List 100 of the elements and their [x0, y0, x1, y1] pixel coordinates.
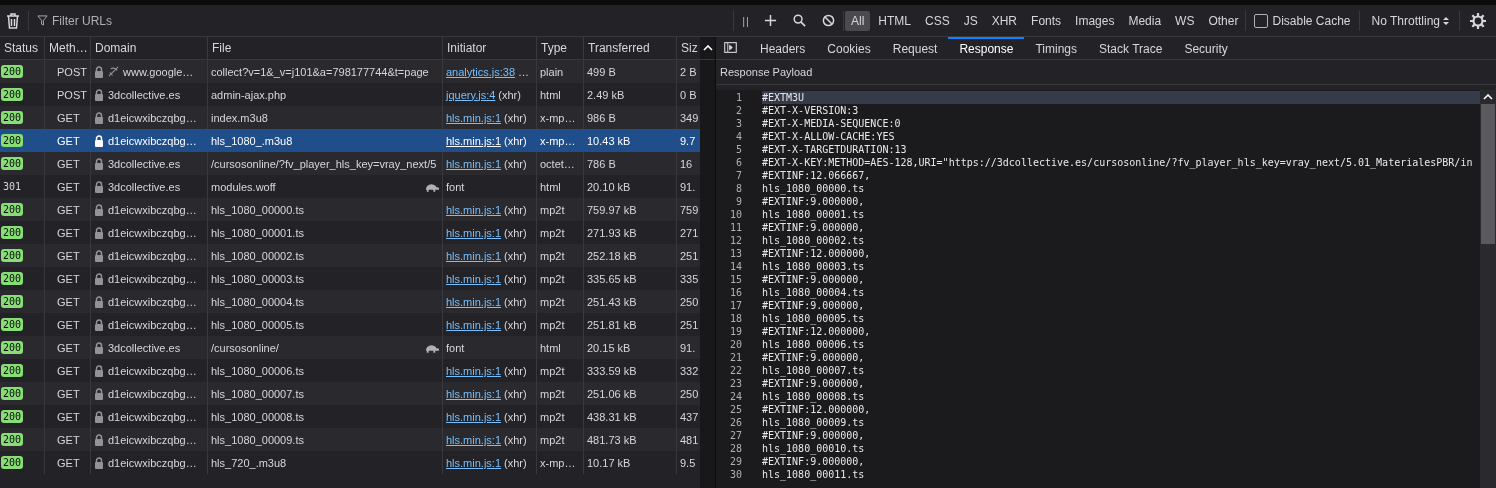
filter-urls-field[interactable]: Filter URLs: [52, 11, 352, 30]
column-header[interactable]: Domain: [91, 37, 208, 59]
request-row[interactable]: 200 GET d1eicwxibczqbg… index.m3u8 hls.min.js:1 (xhr) x-mp… 986 B 349: [0, 106, 700, 129]
transferred-text: 786 B: [587, 157, 616, 170]
domain-text: d1eicwxibczqbg…: [108, 226, 197, 239]
initiator-link[interactable]: hls.min.js:1: [446, 364, 502, 377]
scrollbar-thumb[interactable]: [1481, 104, 1495, 244]
initiator-link[interactable]: hls.min.js:1: [446, 387, 502, 400]
code-line: hls_1080_00006.ts: [762, 338, 865, 351]
initiator-link[interactable]: hls.min.js:1: [446, 410, 502, 423]
column-header[interactable]: File: [208, 37, 443, 59]
initiator-link[interactable]: jquery.js:4: [446, 88, 496, 101]
size-text: 759: [680, 203, 699, 216]
filter-button[interactable]: JS: [957, 10, 984, 31]
request-row[interactable]: 200 GET d1eicwxibczqbg… hls_1080_00002.ts hls.min.js:1 (xhr) mp2t 252.18 kB 251: [0, 244, 700, 267]
details-tab[interactable]: Request: [881, 37, 949, 59]
request-row[interactable]: 200 GET 3dcollective.es /cursosonline/?fv_player_hls_key=vray_next/5 hls.min.js:1 (xhr) octet… 786 B 16: [0, 152, 700, 175]
request-row[interactable]: 200 GET 3dcollective.es /cursosonline/ font html 20.15 kB 91.: [0, 336, 700, 359]
filter-button[interactable]: Images: [1069, 10, 1121, 31]
details-tab[interactable]: Timings: [1024, 37, 1089, 59]
size-text: 481: [680, 433, 699, 446]
code-line: #EXT-X-KEY:METHOD=AES-128,URI="https://3dcollective.es/cursosonline/?fv_player_hls_key=vray_next/5.01_MaterialesPBR/in: [762, 156, 1473, 169]
method-text: GET: [57, 410, 80, 423]
column-header[interactable]: Meth…: [45, 37, 91, 59]
column-header[interactable]: Siz: [677, 37, 700, 59]
request-row[interactable]: 200 GET d1eicwxibczqbg… hls_1080_00005.ts hls.min.js:1 (xhr) mp2t 251.81 kB 251: [0, 313, 700, 336]
column-header[interactable]: Type: [537, 37, 584, 59]
details-tab[interactable]: Stack Trace: [1088, 37, 1174, 59]
transferred-text: 438.31 kB: [587, 410, 637, 423]
initiator-link[interactable]: hls.min.js:1: [446, 433, 502, 446]
details-tab[interactable]: Security: [1173, 37, 1239, 59]
scroll-up-icon[interactable]: [1483, 94, 1493, 100]
file-text: hls_1080_.m3u8: [211, 134, 293, 147]
domain-text: 3dcollective.es: [108, 88, 181, 101]
request-row[interactable]: 200 GET d1eicwxibczqbg… hls_1080_.m3u8 hls.min.js:1 (xhr) x-mp… 10.43 kB 9.7: [0, 129, 700, 152]
request-row[interactable]: 200 GET d1eicwxibczqbg… hls_1080_00006.ts hls.min.js:1 (xhr) mp2t 333.59 kB 332: [0, 359, 700, 382]
initiator-text: font: [446, 341, 465, 354]
initiator-link[interactable]: analytics.js:38: [446, 65, 516, 78]
initiator-link[interactable]: hls.min.js:1: [446, 134, 502, 147]
scroll-up-icon[interactable]: [702, 45, 713, 51]
domain-text: www.google…: [123, 65, 194, 78]
initiator-link[interactable]: hls.min.js:1: [446, 226, 502, 239]
initiator-link[interactable]: hls.min.js:1: [446, 318, 502, 331]
initiator-link[interactable]: hls.min.js:1: [446, 111, 502, 124]
initiator-link[interactable]: hls.min.js:1: [446, 157, 502, 170]
filter-button[interactable]: Media: [1122, 10, 1168, 31]
details-tab[interactable]: Headers: [749, 37, 817, 59]
initiator-link[interactable]: hls.min.js:1: [446, 272, 502, 285]
settings-icon[interactable]: [1470, 12, 1486, 29]
status-code: 200: [1, 226, 24, 239]
line-number: 17: [728, 299, 742, 312]
status-code: 200: [1, 433, 24, 446]
details-tab[interactable]: Response: [948, 37, 1025, 59]
request-row[interactable]: 200 GET d1eicwxibczqbg… hls_1080_00001.ts hls.min.js:1 (xhr) mp2t 271.93 kB 271: [0, 221, 700, 244]
filter-button[interactable]: All: [845, 10, 871, 31]
file-text: /cursosonline/: [211, 341, 279, 354]
search-icon[interactable]: [793, 14, 806, 27]
request-row[interactable]: 200 GET d1eicwxibczqbg… hls_1080_00007.ts hls.min.js:1 (xhr) mp2t 251.06 kB 250: [0, 382, 700, 405]
throttling-dropdown[interactable]: No Throttling: [1359, 13, 1459, 28]
request-row[interactable]: 200 GET d1eicwxibczqbg… hls_1080_00004.ts hls.min.js:1 (xhr) mp2t 251.43 kB 250: [0, 290, 700, 313]
transferred-text: 251.81 kB: [587, 318, 637, 331]
column-header[interactable]: Status: [0, 37, 45, 59]
code-line: hls_1080_00001.ts: [762, 208, 865, 221]
request-row[interactable]: 200 GET d1eicwxibczqbg… hls_1080_00009.ts hls.min.js:1 (xhr) mp2t 481.73 kB 481: [0, 428, 700, 451]
type-text: mp2t: [540, 364, 565, 377]
request-row[interactable]: 200 GET d1eicwxibczqbg… hls_1080_00000.ts hls.min.js:1 (xhr) mp2t 759.97 kB 759: [0, 198, 700, 221]
filter-button[interactable]: WS: [1169, 10, 1201, 31]
plus-icon[interactable]: [764, 14, 777, 27]
column-header[interactable]: Initiator: [443, 37, 537, 59]
filter-button[interactable]: Other: [1202, 10, 1245, 31]
request-row[interactable]: 200 GET d1eicwxibczqbg… hls_1080_00003.ts hls.min.js:1 (xhr) mp2t 335.65 kB 335: [0, 267, 700, 290]
sidebar-toggle-icon[interactable]: [724, 42, 737, 53]
initiator-link[interactable]: hls.min.js:1: [446, 203, 502, 216]
status-code: 200: [1, 456, 24, 469]
pause-icon[interactable]: | |: [742, 14, 748, 27]
filter-button[interactable]: HTML: [872, 10, 917, 31]
line-number: 19: [728, 325, 742, 338]
size-text: 9.5: [680, 456, 696, 469]
request-row[interactable]: 200 GET d1eicwxibczqbg… hls_1080_00008.ts hls.min.js:1 (xhr) mp2t 438.31 kB 437: [0, 405, 700, 428]
initiator-link[interactable]: hls.min.js:1: [446, 295, 502, 308]
initiator-cause: (xhr): [504, 111, 527, 124]
block-icon[interactable]: [822, 14, 835, 27]
initiator-link[interactable]: hls.min.js:1: [446, 456, 502, 469]
filter-button[interactable]: CSS: [919, 10, 956, 31]
request-row[interactable]: 200 POST www.google… collect?v=1&_v=j101&a=798177744&t=page analytics.js:38 … plain 499 B 2 B: [0, 60, 700, 83]
trash-icon[interactable]: [6, 12, 20, 29]
column-header[interactable]: Transferred: [584, 37, 677, 59]
filter-button[interactable]: Fonts: [1025, 10, 1068, 31]
domain-text: d1eicwxibczqbg…: [108, 456, 197, 469]
details-tab[interactable]: Cookies: [816, 37, 882, 59]
initiator-cause: (xhr): [504, 134, 527, 147]
status-code: 200: [1, 203, 24, 216]
code-line: #EXTINF:12.000000,: [762, 325, 871, 338]
method-text: GET: [57, 157, 80, 170]
initiator-link[interactable]: hls.min.js:1: [446, 249, 502, 262]
disable-cache-label[interactable]: Disable Cache: [1272, 13, 1351, 28]
filter-button[interactable]: XHR: [985, 10, 1024, 31]
line-number: 13: [728, 247, 742, 260]
initiator-cause: (xhr): [504, 203, 527, 216]
checkbox[interactable]: [1254, 13, 1269, 28]
